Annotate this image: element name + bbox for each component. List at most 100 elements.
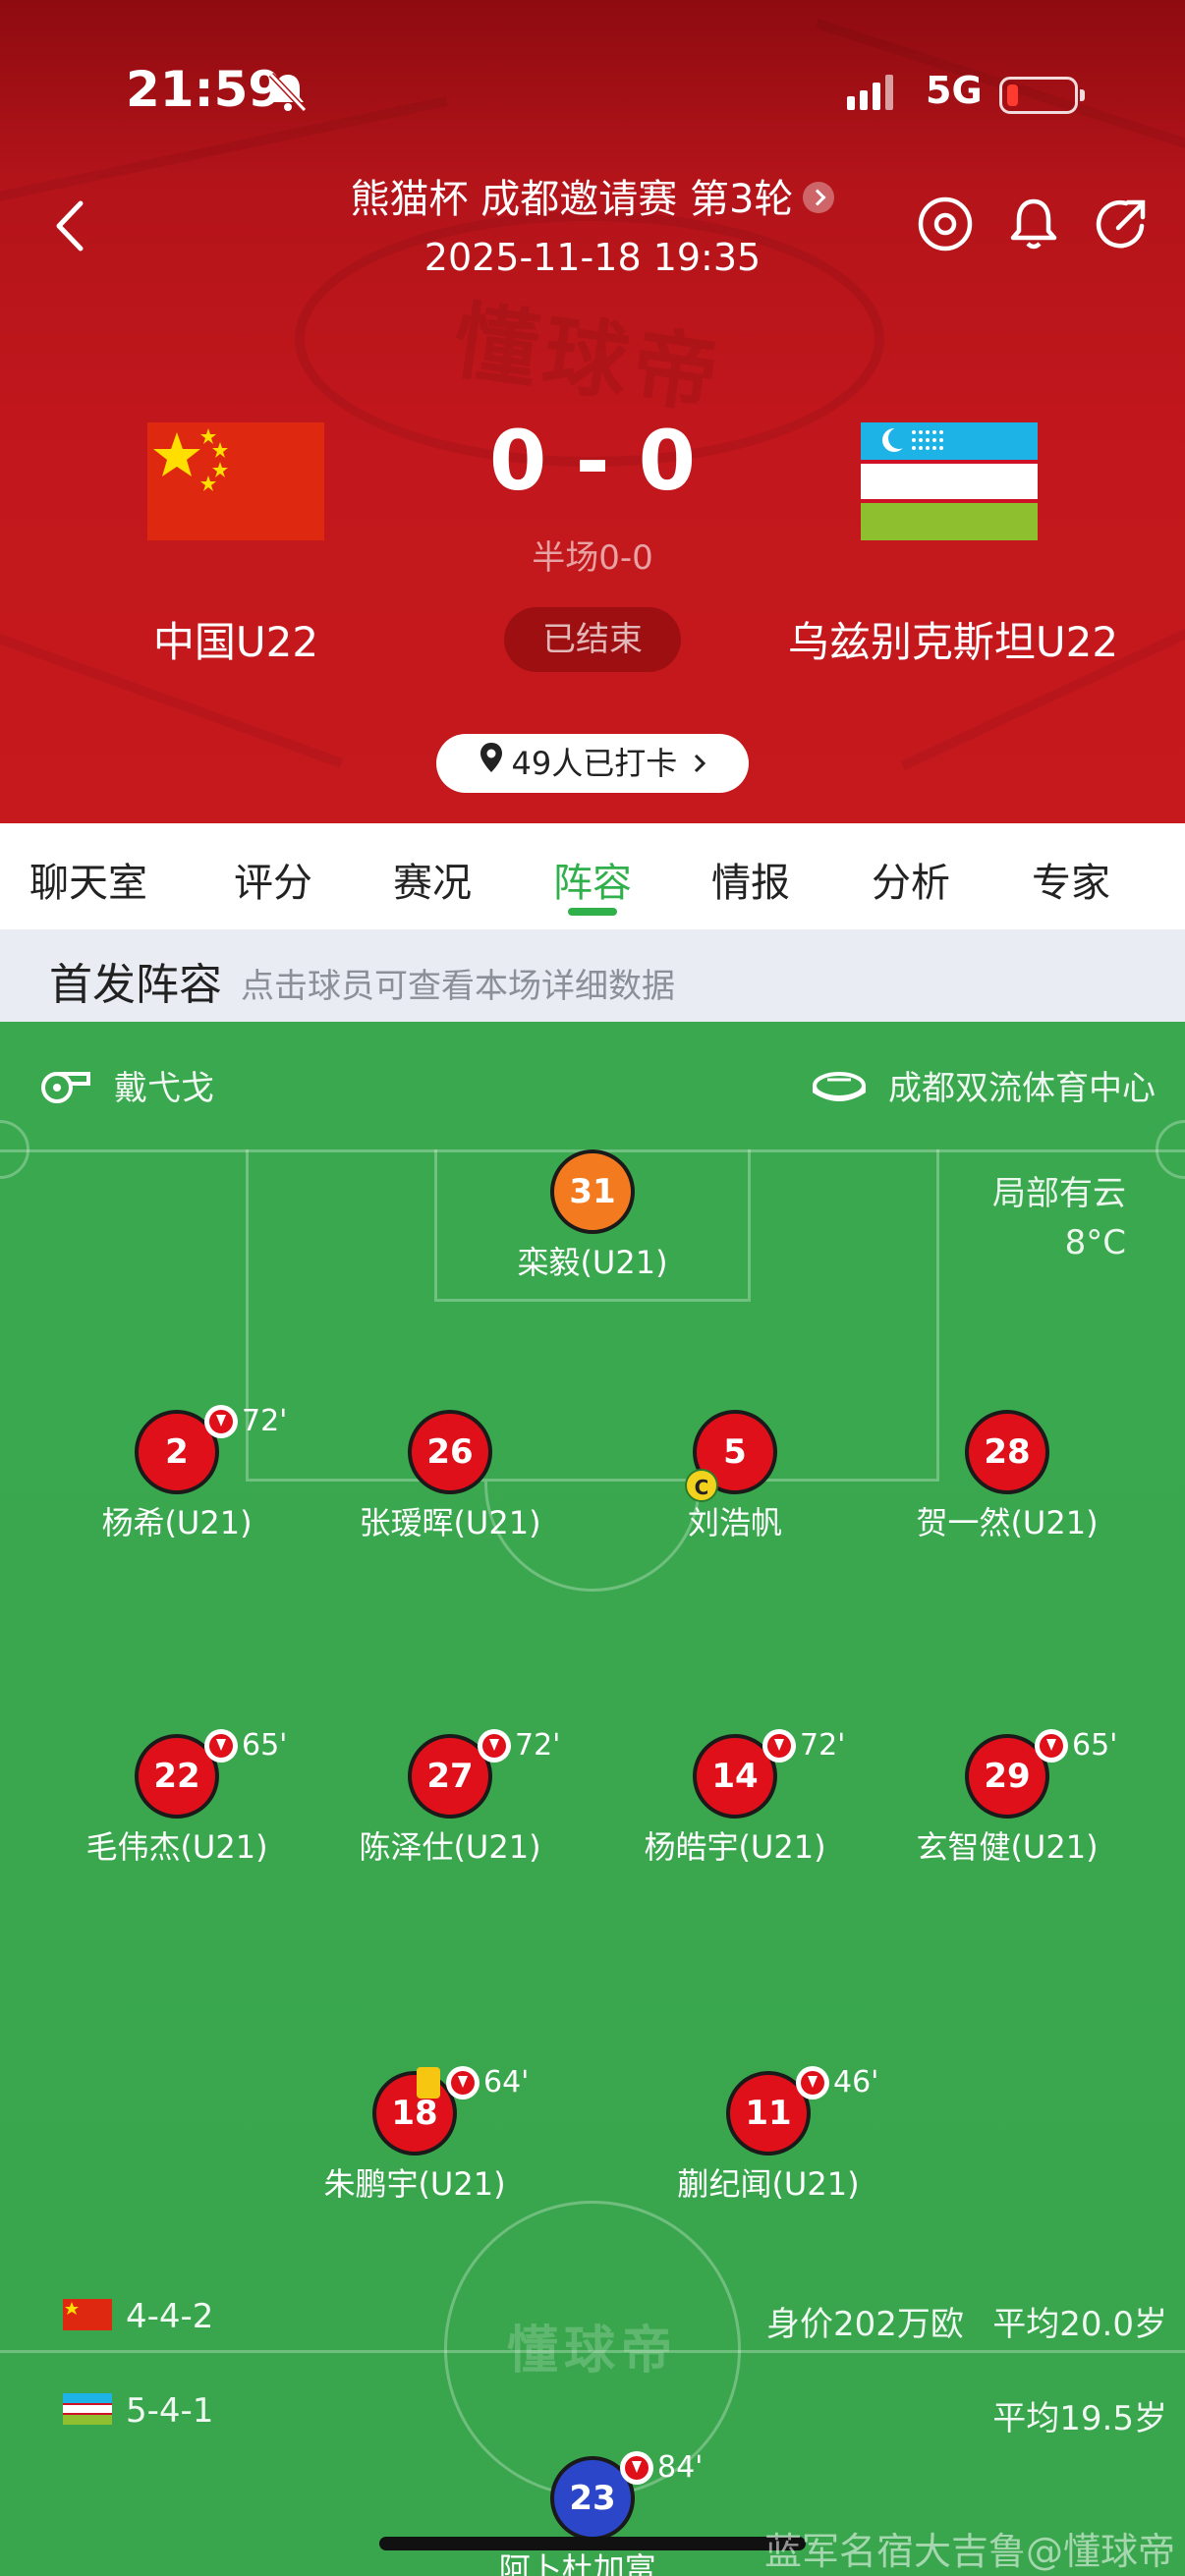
back-icon[interactable] [47,192,96,260]
active-tab-indicator [568,908,617,916]
chevron-right-icon [693,734,706,793]
player-name: 玄智健(U21) [916,1828,1099,1866]
checkin-label: 49人已打卡 [511,745,678,782]
substitution-info: 65' [204,1728,287,1763]
substitution-info: 72' [204,1404,287,1438]
player-name: 朱鹏宇(U21) [323,2165,506,2203]
battery-icon [999,77,1085,114]
player-gk[interactable]: 31 栾毅(U21) [475,1149,710,1283]
away-formation-row: 5-4-1 平均19.5岁 [0,2385,1185,2444]
competition-name: 熊猫杯 成都邀请赛 第3轮 [350,177,794,222]
player-name: 栾毅(U21) [517,1244,668,1281]
section-subtitle: 点击球员可查看本场详细数据 [241,967,675,1006]
pitch-watermark: 懂球帝 [506,2322,678,2380]
player-midfielder[interactable]: 14 72' 杨皓宇(U21) [617,1728,853,1868]
tab-lineup[interactable]: 阵容 [543,851,642,908]
home-team-name[interactable]: 中国U22 [88,609,383,669]
section-title: 首发阵容 [49,960,222,1010]
sub-out-icon [204,1728,238,1763]
player-name: 刘浩帆 [687,1504,782,1541]
sub-out-icon [620,2450,653,2485]
player-name: 毛伟杰(U21) [85,1828,268,1866]
yellow-card-icon [417,2066,440,2099]
player-name: 杨皓宇(U21) [644,1828,826,1866]
share-icon[interactable] [1093,195,1152,253]
away-avg-age: 平均19.5岁 [992,2399,1167,2438]
player-name: 张瑷晖(U21) [359,1504,541,1541]
tab-live[interactable]: 赛况 [383,851,481,908]
substitution-info: 72' [762,1728,845,1763]
china-flag-icon [63,2299,112,2330]
overlay-watermark: 蓝军名宿大吉鲁@懂球帝 [763,2530,1175,2573]
sub-out-icon [478,1728,511,1763]
lineup-section-header: 首发阵容 点击球员可查看本场详细数据 [0,929,1185,1022]
home-squad-value: 身价202万欧 [766,2305,964,2344]
player-away[interactable]: 23 84' 阿卜杜加富... [475,2450,710,2576]
venue-info: 成都双流体育中心 [812,1061,1156,1112]
checkin-button[interactable]: 49人已打卡 [436,734,749,793]
player-number: 26 [408,1410,492,1494]
player-forward[interactable]: 18 64' 朱鹏宇(U21) [297,2065,533,2205]
player-number: 5C [685,1410,777,1502]
bell-icon[interactable] [1004,195,1063,253]
halftime-score: 半场0-0 [532,538,653,578]
match-header: 懂球帝 21:59 5G 熊猫杯 成都邀请赛 第3轮 2025-11-18 19… [0,0,1185,823]
tab-experts[interactable]: 专家 [1022,851,1120,908]
competition-title[interactable]: 熊猫杯 成都邀请赛 第3轮 [295,167,890,224]
chevron-right-icon [803,182,835,213]
china-flag-icon[interactable] [147,422,324,540]
sub-out-icon [1035,1728,1068,1763]
substitution-info: 84' [620,2450,703,2485]
player-midfielder[interactable]: 29 65' 玄智健(U21) [889,1728,1125,1868]
stadium-icon [812,1068,867,1112]
player-defender[interactable]: 28 贺一然(U21) [889,1410,1125,1543]
player-name: 杨希(U21) [101,1504,253,1541]
player-defender[interactable]: 26 张瑷晖(U21) [332,1410,568,1543]
referee-info: 戴弋戈 [39,1061,214,1114]
uzbekistan-flag-icon[interactable] [861,422,1038,540]
home-indicator[interactable] [379,2537,806,2550]
temperature: 8°C [1064,1223,1126,1262]
player-forward[interactable]: 11 46' 蒯纪闻(U21) [650,2065,886,2205]
player-name: 陈泽仕(U21) [359,1828,541,1866]
substitution-info: 46' [796,2065,878,2100]
tab-bar: 聊天室 评分 赛况 阵容 情报 分析 专家 [0,823,1185,929]
player-defender[interactable]: 5C 刘浩帆 [617,1410,853,1543]
player-name: 蒯纪闻(U21) [677,2165,860,2203]
player-name: 贺一然(U21) [916,1504,1099,1541]
player-defender[interactable]: 2 72' 杨希(U21) [59,1404,295,1543]
substitution-info: 64' [417,2065,529,2100]
home-avg-age: 平均20.0岁 [992,2305,1167,2344]
status-bar: 21:59 5G [0,61,1185,120]
player-number: 31 [550,1149,635,1234]
location-pin-icon [479,733,504,792]
uzbekistan-flag-icon [63,2393,112,2425]
status-time: 21:59 [126,61,283,118]
tab-intel[interactable]: 情报 [702,851,800,908]
sub-out-icon [446,2065,480,2100]
home-formation: 4-4-2 [126,2297,214,2336]
network-type: 5G [926,69,983,112]
sub-out-icon [762,1728,796,1763]
match-status-badge: 已结束 [504,607,681,672]
score: 0 - 0 [488,413,697,509]
tab-chatroom[interactable]: 聊天室 [20,851,157,908]
player-midfielder[interactable]: 27 72' 陈泽仕(U21) [332,1728,568,1868]
whistle-icon [39,1066,92,1114]
captain-badge: C [685,1469,718,1502]
tab-ratings[interactable]: 评分 [224,851,322,908]
player-midfielder[interactable]: 22 65' 毛伟杰(U21) [59,1728,295,1868]
target-icon[interactable] [916,195,975,253]
venue-name: 成都双流体育中心 [888,1069,1156,1108]
weather-info: 局部有云 8°C [992,1169,1126,1267]
sub-out-icon [204,1404,238,1438]
substitution-info: 72' [478,1728,560,1763]
signal-icon [847,75,893,110]
weather-text: 局部有云 [992,1174,1126,1213]
away-team-name[interactable]: 乌兹别克斯坦U22 [757,609,1150,669]
away-formation: 5-4-1 [126,2391,214,2431]
bell-muted-icon [265,69,310,118]
pitch: 戴弋戈 成都双流体育中心 局部有云 8°C 31 栾毅(U21) 2 72' 杨… [0,1022,1185,2576]
tab-analysis[interactable]: 分析 [862,851,960,908]
referee-name: 戴弋戈 [114,1069,214,1108]
